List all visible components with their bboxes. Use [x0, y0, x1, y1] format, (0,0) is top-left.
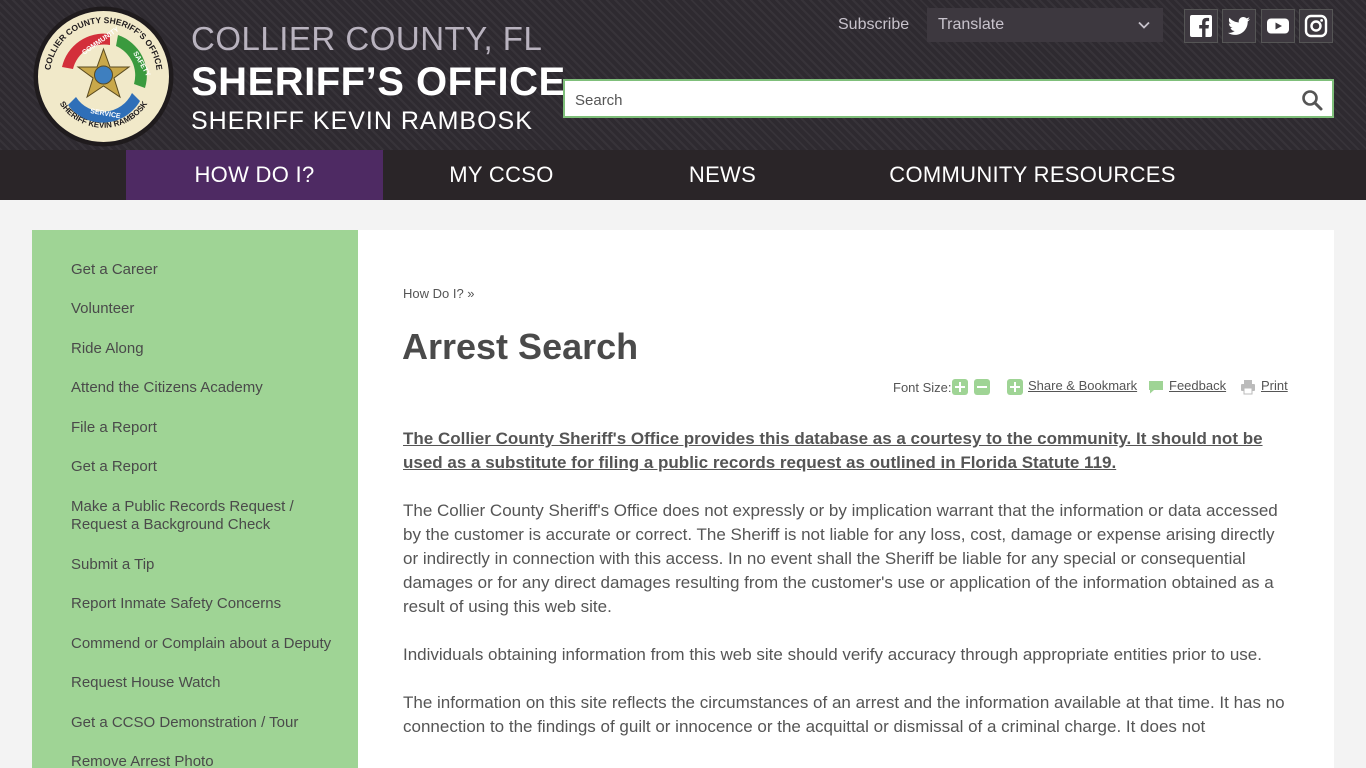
paragraph-warranty: The Collier County Sheriff's Office does…	[403, 501, 1278, 616]
main-content: How Do I? » Arrest Search Font Size: Sha…	[358, 230, 1334, 768]
youtube-link[interactable]	[1261, 9, 1295, 43]
twitter-icon	[1228, 17, 1250, 35]
minus-icon	[977, 386, 987, 388]
share-bookmark-link[interactable]: Share & Bookmark	[1028, 378, 1137, 393]
sidebar-item-citizens-academy[interactable]: Attend the Citizens Academy	[71, 379, 353, 397]
sidebar-item-remove-arrest-photo[interactable]: Remove Arrest Photo	[71, 753, 353, 768]
instagram-icon	[1304, 14, 1328, 38]
article-body: The Collier County Sheriff's Office prov…	[403, 427, 1293, 763]
print-link[interactable]: Print	[1261, 378, 1288, 393]
subscribe-link[interactable]: Subscribe	[838, 16, 909, 34]
brand-office: SHERIFF’S OFFICE	[191, 60, 566, 104]
search-icon[interactable]	[1300, 88, 1324, 112]
font-size-label: Font Size:	[893, 380, 952, 395]
sidebar: Get a Career Volunteer Ride Along Attend…	[32, 230, 358, 768]
print-icon	[1241, 380, 1255, 395]
sidebar-item-public-records-request[interactable]: Make a Public Records Request / Request …	[71, 498, 353, 534]
chevron-down-icon	[1138, 21, 1150, 29]
sidebar-item-house-watch[interactable]: Request House Watch	[71, 674, 353, 692]
nav-item-news[interactable]: NEWS	[620, 150, 825, 200]
youtube-icon	[1267, 18, 1289, 34]
sidebar-item-get-a-report[interactable]: Get a Report	[71, 458, 353, 476]
page-title: Arrest Search	[402, 326, 639, 367]
sidebar-item-demonstration-tour[interactable]: Get a CCSO Demonstration / Tour	[71, 714, 353, 732]
site-header: COLLIER COUNTY SHERIFF'S OFFICE SHERIFF …	[0, 0, 1366, 150]
sidebar-item-file-a-report[interactable]: File a Report	[71, 419, 353, 437]
breadcrumb[interactable]: How Do I? »	[403, 286, 475, 301]
search-input[interactable]	[575, 89, 1275, 111]
sidebar-item-ride-along[interactable]: Ride Along	[71, 340, 353, 358]
facebook-link[interactable]	[1184, 9, 1218, 43]
font-decrease-button[interactable]	[974, 379, 990, 395]
feedback-link[interactable]: Feedback	[1169, 378, 1226, 393]
translate-label: Translate	[938, 16, 1005, 33]
search-bar	[563, 79, 1334, 118]
nav-item-my-ccso[interactable]: MY CCSO	[383, 150, 620, 200]
facebook-icon	[1190, 15, 1212, 37]
paragraph-circumstances: The information on this site reflects th…	[403, 693, 1285, 736]
paragraph-verify: Individuals obtaining information from t…	[403, 645, 1262, 664]
sidebar-item-volunteer[interactable]: Volunteer	[71, 300, 353, 318]
sidebar-item-submit-a-tip[interactable]: Submit a Tip	[71, 556, 353, 574]
translate-select[interactable]: Translate	[927, 8, 1163, 42]
disclaimer-lead[interactable]: The Collier County Sheriff's Office prov…	[403, 427, 1293, 475]
main-nav: HOW DO I? MY CCSO NEWS COMMUNITY RESOURC…	[0, 150, 1366, 200]
brand-sheriff-name: SHERIFF KEVIN RAMBOSK	[191, 107, 533, 135]
brand-county: COLLIER COUNTY, FL	[191, 20, 543, 57]
share-icon	[1007, 379, 1023, 395]
instagram-link[interactable]	[1299, 9, 1333, 43]
font-increase-button[interactable]	[952, 379, 968, 395]
sidebar-item-commend-complain[interactable]: Commend or Complain about a Deputy	[71, 635, 353, 653]
sidebar-item-inmate-safety[interactable]: Report Inmate Safety Concerns	[71, 595, 353, 613]
twitter-link[interactable]	[1222, 9, 1256, 43]
nav-item-community-resources[interactable]: COMMUNITY RESOURCES	[825, 150, 1240, 200]
nav-item-how-do-i[interactable]: HOW DO I?	[126, 150, 383, 200]
sidebar-item-get-a-career[interactable]: Get a Career	[71, 261, 353, 279]
sheriff-seal-logo[interactable]: COLLIER COUNTY SHERIFF'S OFFICE SHERIFF …	[32, 5, 175, 148]
feedback-icon	[1149, 381, 1163, 394]
